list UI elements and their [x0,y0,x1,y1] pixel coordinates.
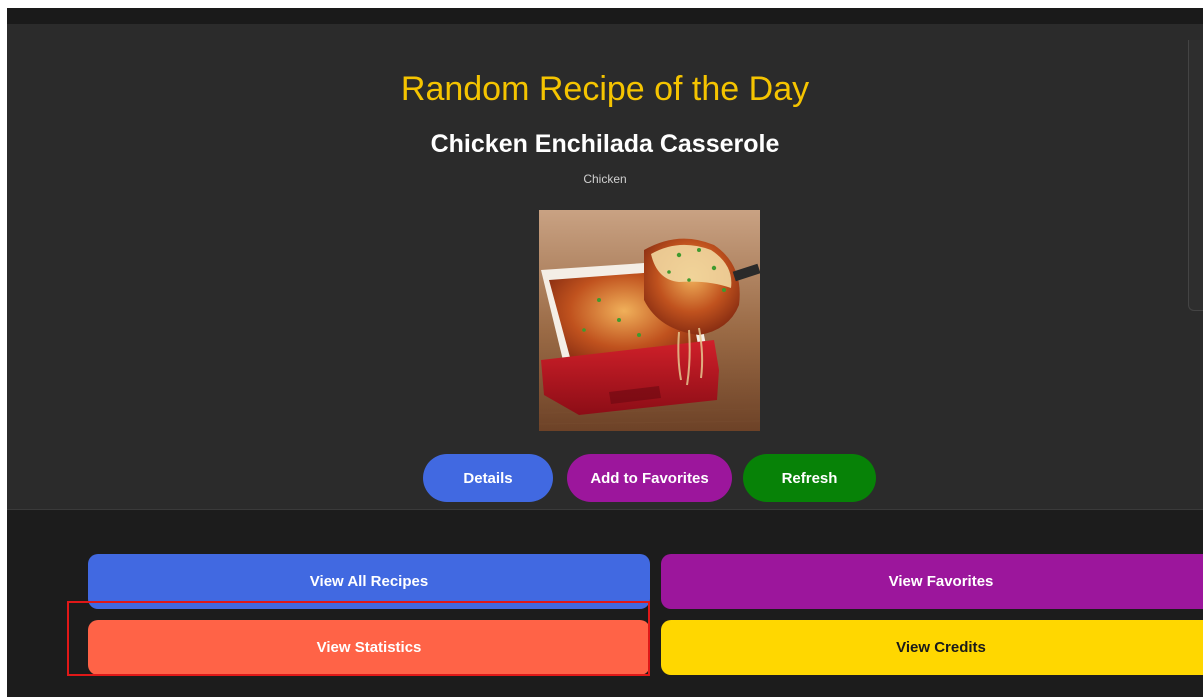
recipe-category: Chicken [583,172,627,186]
recipe-image [539,210,760,431]
details-button[interactable]: Details [423,454,553,502]
add-to-favorites-button[interactable]: Add to Favorites [567,454,732,502]
view-favorites-button[interactable]: View Favorites [661,554,1203,609]
refresh-button[interactable]: Refresh [743,454,876,502]
view-all-recipes-button[interactable]: View All Recipes [88,554,650,609]
view-statistics-button[interactable]: View Statistics [88,620,650,675]
recipe-name: Chicken Enchilada Casserole [430,130,780,158]
app-window: Random Recipe of the Day Chicken Enchila… [7,8,1203,697]
page-title: Random Recipe of the Day [400,70,810,108]
view-credits-button[interactable]: View Credits [661,620,1203,675]
recipe-of-the-day-panel: Random Recipe of the Day Chicken Enchila… [7,24,1203,510]
top-bar [7,8,1203,24]
